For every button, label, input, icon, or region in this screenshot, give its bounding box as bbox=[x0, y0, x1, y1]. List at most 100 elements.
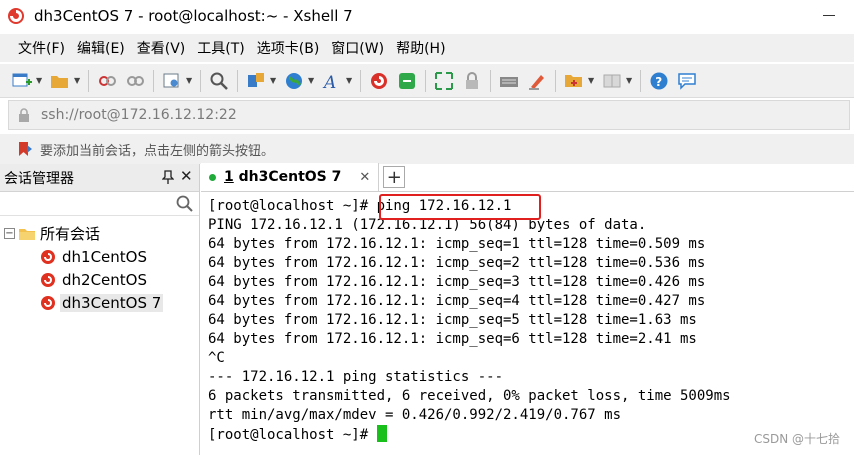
globe-dropdown[interactable]: ▼ bbox=[308, 76, 316, 85]
menu-bar: 文件(F) 编辑(E) 查看(V) 工具(T) 选项卡(B) 窗口(W) 帮助(… bbox=[0, 34, 854, 62]
terminal-prompt: [root@localhost ~]# bbox=[208, 427, 377, 443]
terminal-line: 64 bytes from 172.16.12.1: icmp_seq=1 tt… bbox=[208, 236, 706, 252]
watermark: CSDN @十七拾 bbox=[753, 432, 840, 446]
connected-status-dot bbox=[209, 173, 216, 181]
lock-icon bbox=[19, 108, 29, 122]
session-label: dh1CentOS bbox=[62, 247, 147, 266]
tree-root-label: 所有会话 bbox=[40, 225, 101, 243]
collapse-icon[interactable]: − bbox=[4, 228, 15, 239]
session-search-input[interactable] bbox=[0, 192, 199, 216]
font-icon[interactable]: A bbox=[321, 70, 343, 92]
disconnect-icon[interactable] bbox=[96, 70, 118, 92]
session-tree: − 所有会话 dh1CentOS dh2CentOS dh3CentOS 7 bbox=[0, 216, 199, 314]
help-icon[interactable]: ? bbox=[648, 70, 670, 92]
svg-text:?: ? bbox=[655, 75, 662, 89]
tab-close-icon[interactable]: ✕ bbox=[359, 170, 370, 185]
terminal-line: 64 bytes from 172.16.12.1: icmp_seq=5 tt… bbox=[208, 312, 697, 328]
folder-icon bbox=[19, 228, 35, 240]
tab-title: dh3CentOS 7 bbox=[233, 169, 342, 185]
font-dropdown[interactable]: ▼ bbox=[346, 76, 354, 85]
window-title: dh3CentOS 7 - root@localhost:~ - Xshell … bbox=[34, 7, 353, 25]
bookmark-arrow-icon[interactable] bbox=[16, 140, 34, 158]
terminal-line: 64 bytes from 172.16.12.1: icmp_seq=6 tt… bbox=[208, 331, 697, 347]
toolbar-separator bbox=[200, 69, 201, 92]
terminal-line: 6 packets transmitted, 6 received, 0% pa… bbox=[208, 388, 731, 404]
xshell-icon[interactable] bbox=[368, 70, 390, 92]
new-session-icon[interactable] bbox=[11, 70, 33, 92]
toolbar-separator bbox=[425, 69, 426, 92]
terminal-line: 64 bytes from 172.16.12.1: icmp_seq=3 tt… bbox=[208, 274, 706, 290]
xshell-logo-icon bbox=[8, 8, 24, 24]
address-bar[interactable]: ssh://root@172.16.12.12:22 bbox=[8, 100, 850, 130]
menu-window[interactable]: 窗口(W) bbox=[325, 38, 390, 58]
session-label: dh3CentOS 7 bbox=[60, 293, 164, 312]
tree-root-all-sessions[interactable]: − 所有会话 bbox=[0, 222, 199, 245]
menu-file[interactable]: 文件(F) bbox=[12, 38, 71, 58]
tab-strip: 1 dh3CentOS 7 ✕ + bbox=[201, 163, 854, 192]
toolbar-separator bbox=[88, 69, 89, 92]
session-icon bbox=[41, 272, 55, 287]
menu-view[interactable]: 查看(V) bbox=[131, 38, 192, 58]
terminal-output: [root@localhost ~]# ping 172.16.12.1 PING… bbox=[208, 197, 854, 425]
keyboard-icon[interactable] bbox=[498, 70, 520, 92]
session-item-dh3centos7[interactable]: dh3CentOS 7 bbox=[0, 291, 199, 314]
reconnect-icon[interactable] bbox=[124, 70, 146, 92]
layout-icon[interactable] bbox=[601, 70, 623, 92]
hint-text: 要添加当前会话，点击左侧的箭头按钮。 bbox=[40, 143, 275, 159]
chat-icon[interactable] bbox=[676, 70, 698, 92]
globe-icon[interactable] bbox=[283, 70, 305, 92]
toolbar-separator bbox=[153, 69, 154, 92]
close-icon[interactable]: ✕ bbox=[180, 167, 193, 185]
session-icon bbox=[41, 249, 55, 264]
terminal-view[interactable]: [root@localhost ~]# ping 172.16.12.1 PING… bbox=[201, 193, 854, 455]
open-folder-icon[interactable] bbox=[49, 70, 71, 92]
session-icon bbox=[41, 295, 55, 310]
transfer-dropdown[interactable]: ▼ bbox=[270, 76, 278, 85]
minimize-button[interactable] bbox=[814, 4, 844, 26]
session-manager-title: 会话管理器 bbox=[4, 170, 74, 187]
search-icon[interactable] bbox=[175, 194, 195, 214]
session-manager-panel: 会话管理器 ✕ − 所有会话 dh1CentOS dh2CentOS dh3Ce… bbox=[0, 164, 200, 455]
session-label: dh2CentOS bbox=[62, 270, 147, 289]
toolbar-separator bbox=[237, 69, 238, 92]
highlight-icon[interactable] bbox=[526, 70, 548, 92]
session-item-dh1centos[interactable]: dh1CentOS bbox=[0, 245, 199, 268]
toolbar-separator bbox=[555, 69, 556, 92]
menu-tools[interactable]: 工具(T) bbox=[191, 38, 250, 58]
pin-icon[interactable] bbox=[162, 170, 174, 184]
menu-edit[interactable]: 编辑(E) bbox=[71, 38, 131, 58]
session-item-dh2centos[interactable]: dh2CentOS bbox=[0, 268, 199, 291]
toolbar-separator bbox=[490, 69, 491, 92]
tab-number: 1 bbox=[224, 169, 234, 185]
lock-icon[interactable] bbox=[461, 70, 483, 92]
fullscreen-icon[interactable] bbox=[433, 70, 455, 92]
compose-icon[interactable] bbox=[563, 70, 585, 92]
terminal-line: 64 bytes from 172.16.12.1: icmp_seq=4 tt… bbox=[208, 293, 706, 309]
terminal-line: 64 bytes from 172.16.12.1: icmp_seq=2 tt… bbox=[208, 255, 706, 271]
terminal-line: --- 172.16.12.1 ping statistics --- bbox=[208, 369, 504, 385]
terminal-cursor bbox=[376, 425, 387, 442]
svg-text:A: A bbox=[322, 73, 336, 91]
new-tab-button[interactable]: + bbox=[383, 166, 406, 188]
menu-tabs[interactable]: 选项卡(B) bbox=[251, 38, 326, 58]
transfer-icon[interactable] bbox=[245, 70, 267, 92]
toolbar: ▼ ▼ ▼ ▼ ▼ A ▼ ▼ ▼ ? bbox=[0, 64, 854, 98]
compose-dropdown[interactable]: ▼ bbox=[588, 76, 596, 85]
highlight-box bbox=[379, 194, 541, 220]
terminal-line: ^C bbox=[208, 350, 225, 366]
hint-bar: 要添加当前会话，点击左侧的箭头按钮。 bbox=[0, 134, 854, 164]
open-dropdown[interactable]: ▼ bbox=[74, 76, 82, 85]
title-bar: dh3CentOS 7 - root@localhost:~ - Xshell … bbox=[0, 0, 854, 32]
properties-dropdown[interactable]: ▼ bbox=[186, 76, 194, 85]
properties-icon[interactable] bbox=[161, 70, 183, 92]
layout-dropdown[interactable]: ▼ bbox=[626, 76, 634, 85]
terminal-line: rtt min/avg/max/mdev = 0.426/0.992/2.419… bbox=[208, 407, 622, 423]
new-session-dropdown[interactable]: ▼ bbox=[36, 76, 44, 85]
toolbar-separator bbox=[640, 69, 641, 92]
address-value[interactable]: ssh://root@172.16.12.12:22 bbox=[41, 107, 237, 123]
toolbar-separator bbox=[360, 69, 361, 92]
tab-dh3centos7[interactable]: 1 dh3CentOS 7 ✕ bbox=[201, 163, 380, 191]
menu-help[interactable]: 帮助(H) bbox=[390, 38, 451, 58]
find-icon[interactable] bbox=[208, 70, 230, 92]
xftp-icon[interactable] bbox=[396, 70, 418, 92]
